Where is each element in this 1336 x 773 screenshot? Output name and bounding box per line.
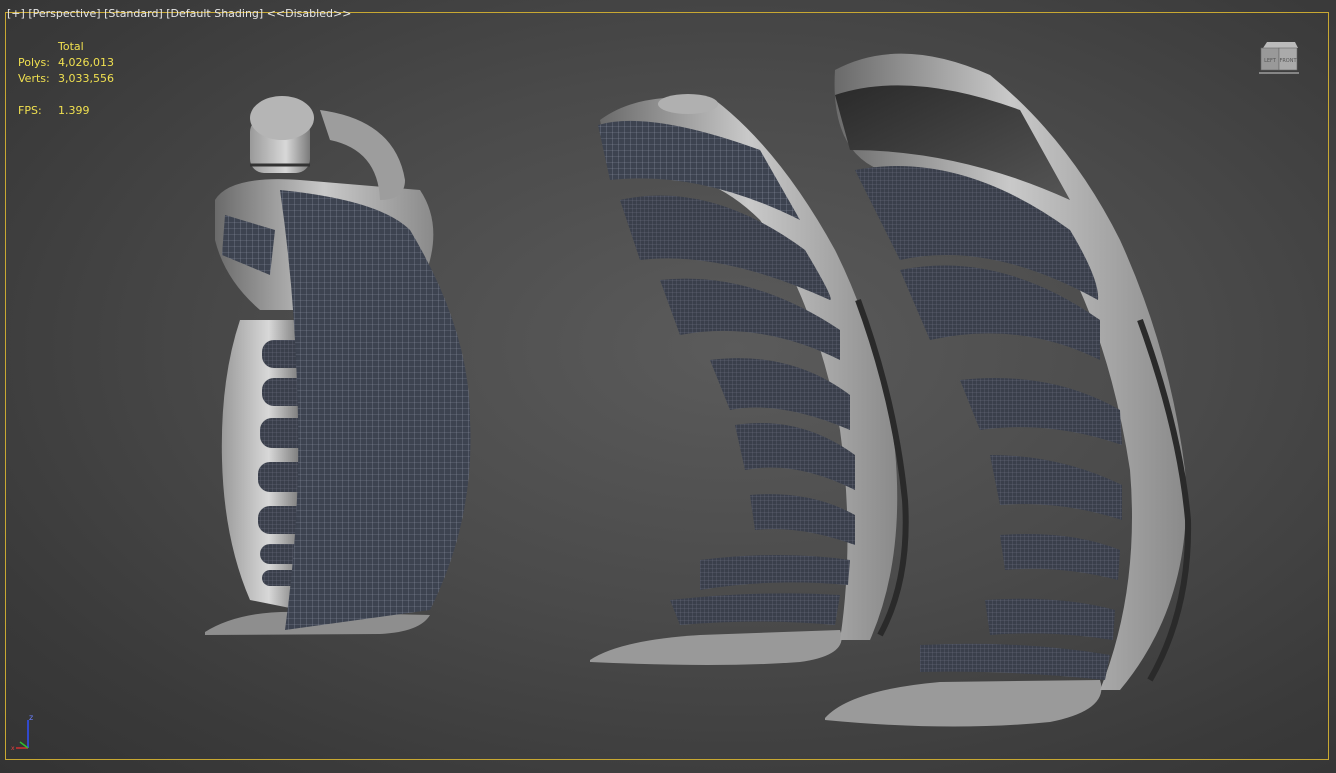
tower-model-middle[interactable] bbox=[590, 94, 909, 665]
axis-z-label: z bbox=[29, 713, 33, 722]
verts-label: Verts: bbox=[18, 72, 50, 85]
axis-tripod-icon: z x bbox=[11, 713, 33, 752]
verts-value: 3,033,556 bbox=[58, 72, 114, 85]
viewport-view-menu[interactable]: [Perspective] bbox=[28, 7, 100, 20]
viewcube-front-face: FRONT bbox=[1279, 58, 1297, 64]
stats-header: Total bbox=[58, 40, 84, 53]
viewport-plus-menu[interactable]: [+] bbox=[7, 7, 25, 20]
perspective-viewport[interactable]: [+] [Perspective] [Standard] [Default Sh… bbox=[0, 0, 1336, 773]
viewcube-icon[interactable]: LEFT FRONT bbox=[1259, 40, 1299, 74]
viewport-statistics: Total Polys: 4,026,013 Verts: 3,033,556 FP… bbox=[18, 39, 114, 119]
fps-value: 1.399 bbox=[58, 104, 90, 117]
polys-value: 4,026,013 bbox=[58, 56, 114, 69]
polys-label: Polys: bbox=[18, 56, 50, 69]
scene-render bbox=[205, 53, 1192, 727]
viewport-label-menu: [+] [Perspective] [Standard] [Default Sh… bbox=[7, 7, 351, 20]
viewport-shading-menu[interactable]: [Default Shading] bbox=[166, 7, 263, 20]
fps-label: FPS: bbox=[18, 104, 42, 117]
viewcube-left-face: LEFT bbox=[1264, 58, 1277, 64]
tower-model-left[interactable] bbox=[205, 96, 471, 635]
axis-x-label: x bbox=[11, 745, 15, 752]
viewport-mode-menu[interactable]: [Standard] bbox=[104, 7, 163, 20]
viewport-status[interactable]: <<Disabled>> bbox=[267, 7, 352, 20]
